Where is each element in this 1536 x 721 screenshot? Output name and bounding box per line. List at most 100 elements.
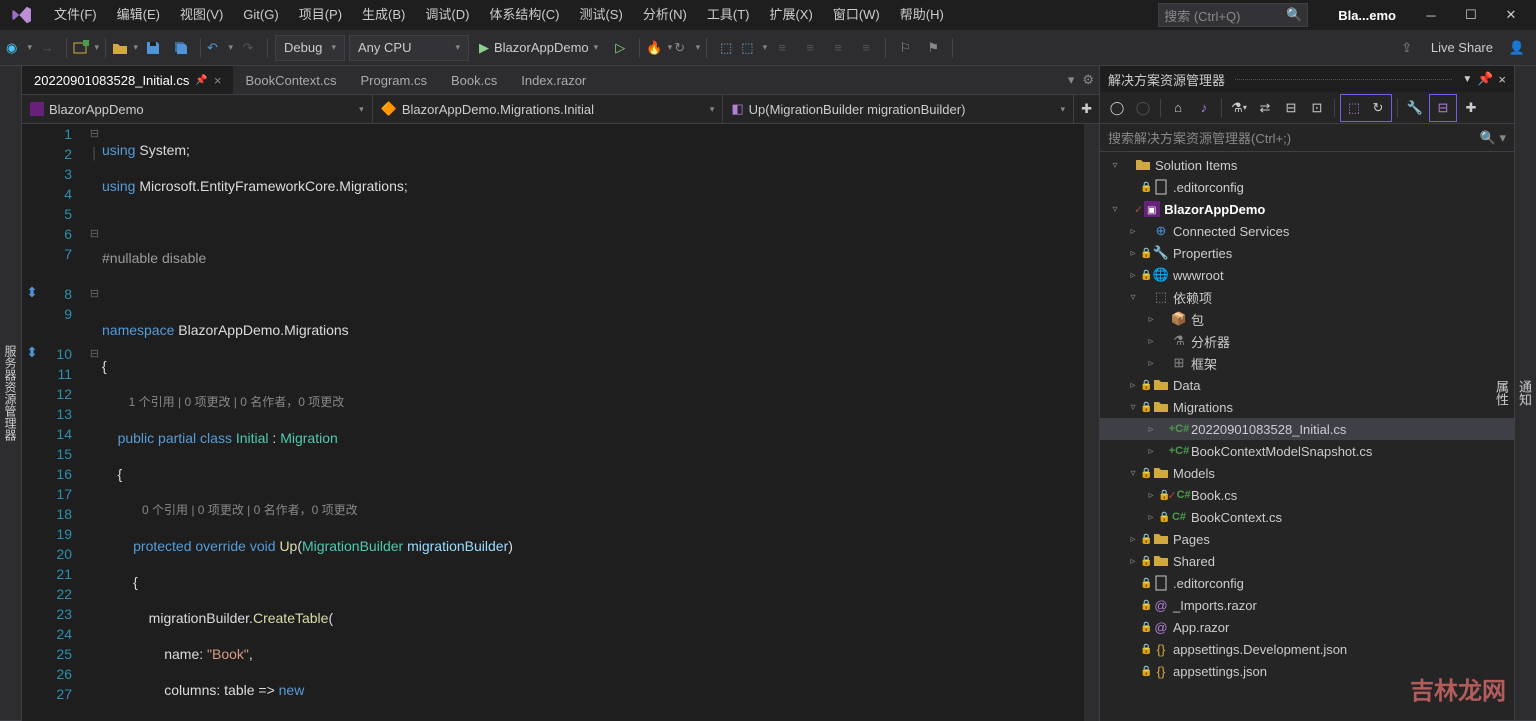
tabs-settings-icon[interactable]: ⚙ <box>1082 72 1094 88</box>
browser-link-button[interactable]: ↻▾ <box>674 35 700 61</box>
tree-node-connected-services[interactable]: ▹⊕Connected Services <box>1100 220 1514 242</box>
side-tab-properties[interactable]: 属性 <box>1490 66 1513 721</box>
refresh-icon[interactable]: ↻ <box>1366 96 1390 120</box>
menu-view[interactable]: 视图(V) <box>170 0 233 30</box>
tab-program-cs[interactable]: Program.cs <box>349 66 439 94</box>
undo-button[interactable]: ↶▾ <box>207 35 233 61</box>
tree-node-migrations[interactable]: ▿🔒Migrations <box>1100 396 1514 418</box>
vertical-scrollbar[interactable] <box>1084 124 1099 721</box>
code-editor[interactable]: ⬍ ⬍ 123456789101112131415161718192021222… <box>22 124 1099 721</box>
tree-node-app-razor[interactable]: 🔒@App.razor <box>1100 616 1514 638</box>
home-icon[interactable]: ⌂ <box>1166 96 1190 120</box>
sync-icon[interactable]: ⇄ <box>1253 96 1277 120</box>
tree-node-pages[interactable]: ▹🔒Pages <box>1100 528 1514 550</box>
menu-edit[interactable]: 编辑(E) <box>107 0 170 30</box>
config-combo[interactable]: Debug▾ <box>275 35 345 61</box>
step-into-icon[interactable]: ⬚ <box>713 35 739 61</box>
tab-initial-cs[interactable]: 20220901083528_Initial.cs📌× <box>22 66 233 94</box>
vs-logo-icon <box>10 3 34 27</box>
menu-tools[interactable]: 工具(T) <box>697 0 760 30</box>
show-all-icon[interactable]: ⊡ <box>1305 96 1329 120</box>
tree-node-appsettings-development-json[interactable]: 🔒{}appsettings.Development.json <box>1100 638 1514 660</box>
account-icon[interactable]: 👤 <box>1504 35 1530 61</box>
menu-git[interactable]: Git(G) <box>233 0 288 30</box>
menu-debug[interactable]: 调试(D) <box>415 0 479 30</box>
panel-dropdown-icon[interactable]: ▼ <box>1462 74 1472 85</box>
solution-tree[interactable]: ▿Solution Items🔒.editorconfig▿✓▣BlazorAp… <box>1100 152 1514 721</box>
tree-node-blazorappdemo[interactable]: ▿✓▣BlazorAppDemo <box>1100 198 1514 220</box>
new-project-button[interactable]: ▾ <box>73 35 99 61</box>
nav-type-combo[interactable]: 🔶BlazorAppDemo.Migrations.Initial▾ <box>373 95 724 123</box>
tree-node-shared[interactable]: ▹🔒Shared <box>1100 550 1514 572</box>
tree-node---[interactable]: ▹⊞框架 <box>1100 352 1514 374</box>
open-button[interactable]: ▾ <box>112 35 138 61</box>
tree-node-book-cs[interactable]: ▹🔒✓C#Book.cs <box>1100 484 1514 506</box>
side-tab-notifications[interactable]: 通知 <box>1513 66 1536 721</box>
tree-node-bookcontextmodelsnapshot-cs[interactable]: ▹+C#BookContextModelSnapshot.cs <box>1100 440 1514 462</box>
code-content[interactable]: using System; using Microsoft.EntityFram… <box>102 124 1084 721</box>
tree-node--editorconfig[interactable]: 🔒.editorconfig <box>1100 176 1514 198</box>
bookmark-list-icon[interactable]: ⚑ <box>920 35 946 61</box>
fold-margin[interactable]: ⊟│⊟ ⊟⊟ <box>87 124 102 721</box>
bookmark-icon[interactable]: ⚐ <box>892 35 918 61</box>
menu-extensions[interactable]: 扩展(X) <box>759 0 822 30</box>
maximize-button[interactable]: ☐ <box>1451 0 1491 30</box>
tabs-overflow-icon[interactable]: ▾ <box>1068 72 1075 88</box>
start-debug-button[interactable]: ▶BlazorAppDemo▾ <box>471 35 606 61</box>
menu-help[interactable]: 帮助(H) <box>890 0 954 30</box>
properties-icon[interactable]: 🔧 <box>1403 96 1427 120</box>
tree-node--editorconfig[interactable]: 🔒.editorconfig <box>1100 572 1514 594</box>
menu-analyze[interactable]: 分析(N) <box>633 0 697 30</box>
tree-node-bookcontext-cs[interactable]: ▹🔒C#BookContext.cs <box>1100 506 1514 528</box>
tree-node-wwwroot[interactable]: ▹🔒🌐wwwroot <box>1100 264 1514 286</box>
split-editor-icon[interactable]: ✚ <box>1074 95 1099 123</box>
menu-file[interactable]: 文件(F) <box>44 0 107 30</box>
menu-project[interactable]: 项目(P) <box>289 0 352 30</box>
hot-reload-button[interactable]: 🔥▾ <box>646 35 672 61</box>
tree-node--[interactable]: ▹📦包 <box>1100 308 1514 330</box>
editor-area: 20220901083528_Initial.cs📌× BookContext.… <box>22 66 1099 721</box>
close-button[interactable]: ✕ <box>1491 0 1531 30</box>
search-box[interactable]: 搜索 (Ctrl+Q) 🔍 <box>1158 3 1308 27</box>
close-icon[interactable]: × <box>214 73 222 88</box>
tab-index-razor[interactable]: Index.razor <box>509 66 598 94</box>
menu-window[interactable]: 窗口(W) <box>823 0 890 30</box>
save-button[interactable] <box>140 35 166 61</box>
nav-member-combo[interactable]: ◧Up(MigrationBuilder migrationBuilder)▾ <box>723 95 1074 123</box>
solution-search[interactable]: 搜索解决方案资源管理器(Ctrl+;) 🔍 ▾ <box>1100 124 1514 152</box>
save-all-button[interactable] <box>168 35 194 61</box>
platform-combo[interactable]: Any CPU▾ <box>349 35 469 61</box>
document-tabs: 20220901083528_Initial.cs📌× BookContext.… <box>22 66 1099 94</box>
tree-node----[interactable]: ▹⚗分析器 <box>1100 330 1514 352</box>
menu-test[interactable]: 测试(S) <box>569 0 632 30</box>
tree-node-properties[interactable]: ▹🔒🔧Properties <box>1100 242 1514 264</box>
nav-scope-combo[interactable]: BlazorAppDemo▾ <box>22 95 373 123</box>
pending-icon[interactable]: ⬚ <box>1342 96 1366 120</box>
start-nodebug-button[interactable]: ▷ <box>607 35 633 61</box>
filter-icon[interactable]: ⚗▾ <box>1227 96 1251 120</box>
nav-fwd-button[interactable]: → <box>34 35 60 61</box>
tree-node----[interactable]: ▿⬚依赖项 <box>1100 286 1514 308</box>
live-share-label[interactable]: Live Share <box>1421 40 1503 55</box>
menu-arch[interactable]: 体系结构(C) <box>479 0 569 30</box>
side-tab-server-explorer[interactable]: 服务器资源管理器 <box>0 66 21 721</box>
preview-icon[interactable]: ⊟ <box>1431 96 1455 120</box>
tab-bookcontext-cs[interactable]: BookContext.cs <box>233 66 348 94</box>
switch-view-icon[interactable]: ♪ <box>1192 96 1216 120</box>
back-icon[interactable]: ◯ <box>1105 96 1129 120</box>
tree-node--imports-razor[interactable]: 🔒@_Imports.razor <box>1100 594 1514 616</box>
step-icon[interactable]: ⬚▾ <box>741 35 767 61</box>
nav-back-button[interactable]: ◉▾ <box>6 35 32 61</box>
tree-node-solution-items[interactable]: ▿Solution Items <box>1100 154 1514 176</box>
tab-book-cs[interactable]: Book.cs <box>439 66 509 94</box>
tree-node-data[interactable]: ▹🔒Data <box>1100 374 1514 396</box>
tree-node-20220901083528-initial-cs[interactable]: ▹+C#20220901083528_Initial.cs <box>1100 418 1514 440</box>
minimize-button[interactable]: ─ <box>1411 0 1451 30</box>
tree-node-models[interactable]: ▿🔒Models <box>1100 462 1514 484</box>
add-icon[interactable]: ✚ <box>1459 96 1483 120</box>
menu-build[interactable]: 生成(B) <box>352 0 415 30</box>
live-share-icon[interactable]: ⇪ <box>1394 35 1420 61</box>
pin-icon[interactable]: 📌 <box>195 75 207 86</box>
collapse-icon[interactable]: ⊟ <box>1279 96 1303 120</box>
redo-button[interactable]: ↷ <box>235 35 261 61</box>
